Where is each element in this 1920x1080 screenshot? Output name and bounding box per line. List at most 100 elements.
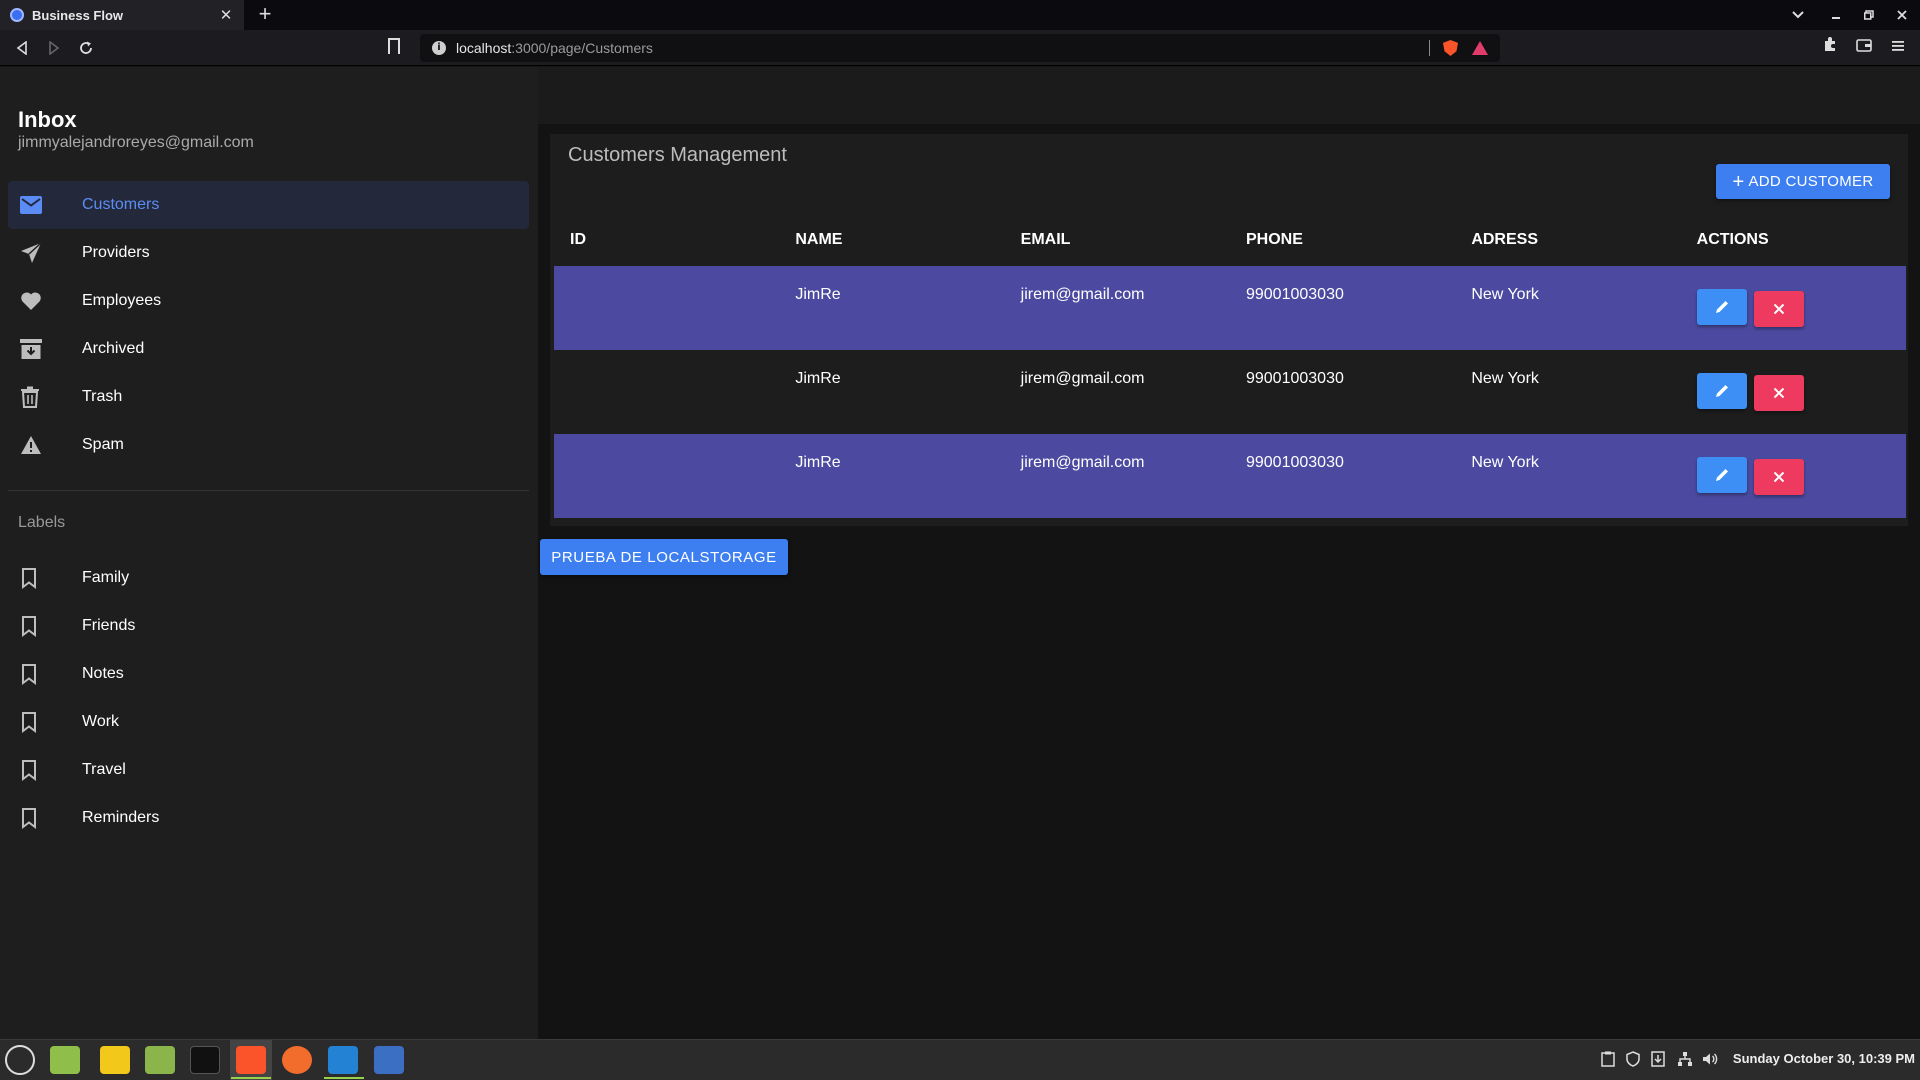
wallet-icon[interactable] bbox=[1852, 36, 1876, 60]
close-window-icon[interactable] bbox=[1888, 0, 1916, 30]
mint-menu-icon[interactable] bbox=[5, 1045, 35, 1075]
show-desktop-icon[interactable] bbox=[50, 1046, 80, 1074]
sidebar-item-label: Trash bbox=[82, 388, 123, 405]
add-customer-button[interactable]: + ADD CUSTOMER bbox=[1716, 164, 1890, 199]
sidebar-item-trash[interactable]: Trash bbox=[8, 373, 529, 421]
page-title: Customers Management bbox=[568, 144, 787, 166]
label-item-text: Travel bbox=[82, 761, 126, 778]
address-bar[interactable]: i localhost:3000/page/Customers bbox=[420, 34, 1500, 62]
cell-name: JimRe bbox=[779, 266, 1005, 350]
system-clock[interactable]: Sunday October 30, 10:39 PM bbox=[1733, 1051, 1915, 1066]
extensions-icon[interactable] bbox=[1818, 36, 1842, 60]
pencil-icon bbox=[1715, 469, 1728, 481]
sidebar-item-customers[interactable]: Customers bbox=[8, 181, 529, 229]
cell-phone: 99001003030 bbox=[1229, 266, 1456, 350]
close-icon bbox=[1773, 471, 1785, 483]
tab-list-chevron-icon[interactable] bbox=[1784, 0, 1812, 30]
brave-shield-icon[interactable] bbox=[1443, 40, 1458, 56]
maximize-icon[interactable] bbox=[1855, 0, 1883, 30]
table-row: JimRe jirem@gmail.com 99001003030 New Yo… bbox=[554, 350, 1906, 434]
vscode-icon[interactable] bbox=[328, 1046, 358, 1074]
label-item-text: Notes bbox=[82, 665, 124, 682]
send-icon bbox=[20, 241, 56, 265]
table-header-row: ID NAME EMAIL PHONE ADRESS ACTIONS bbox=[554, 214, 1906, 266]
sidebar-item-archived[interactable]: Archived bbox=[8, 325, 529, 373]
back-button[interactable] bbox=[10, 36, 34, 60]
bookmark-outline-icon bbox=[20, 710, 56, 734]
archive-icon bbox=[20, 337, 56, 361]
label-item-reminders[interactable]: Reminders bbox=[8, 794, 529, 842]
localstorage-test-button[interactable]: PRUEBA DE LOCALSTORAGE bbox=[540, 539, 788, 575]
column-header-actions: ACTIONS bbox=[1696, 231, 1769, 248]
column-header-phone: PHONE bbox=[1245, 231, 1303, 248]
sidebar-item-label: Spam bbox=[82, 436, 124, 453]
cell-id bbox=[554, 350, 779, 434]
sticky-notes-icon[interactable] bbox=[100, 1046, 130, 1074]
trash-icon bbox=[20, 385, 56, 409]
cell-name: JimRe bbox=[779, 434, 1005, 518]
url-text: localhost:3000/page/Customers bbox=[456, 40, 653, 56]
sidebar-item-employees[interactable]: Employees bbox=[8, 277, 529, 325]
sidebar-item-label: Archived bbox=[82, 340, 145, 357]
edit-button[interactable] bbox=[1696, 373, 1747, 409]
terminal-icon[interactable] bbox=[190, 1046, 220, 1074]
browser-tab[interactable]: Business Flow ✕ bbox=[0, 0, 244, 30]
heart-icon bbox=[20, 289, 56, 313]
network-icon[interactable] bbox=[1677, 1051, 1693, 1067]
cell-actions bbox=[1680, 266, 1906, 350]
cell-phone: 99001003030 bbox=[1245, 370, 1344, 387]
sidebar-divider bbox=[8, 490, 529, 491]
mail-icon bbox=[20, 193, 56, 217]
favicon-icon bbox=[10, 8, 24, 22]
shield-icon[interactable] bbox=[1625, 1051, 1641, 1067]
sidebar-item-spam[interactable]: Spam bbox=[8, 421, 529, 469]
files-icon[interactable] bbox=[145, 1046, 175, 1074]
bookmark-outline-icon bbox=[20, 662, 56, 686]
forward-button[interactable] bbox=[42, 36, 66, 60]
label-item-work[interactable]: Work bbox=[8, 698, 529, 746]
label-item-family[interactable]: Family bbox=[8, 554, 529, 602]
cell-address: New York bbox=[1455, 266, 1681, 350]
sidebar-item-providers[interactable]: Providers bbox=[8, 229, 529, 277]
sidebar-item-label: Employees bbox=[82, 292, 162, 309]
clipboard-icon[interactable] bbox=[1600, 1051, 1616, 1067]
app-header bbox=[538, 67, 1920, 124]
brave-rewards-icon[interactable] bbox=[1472, 41, 1488, 55]
sidebar: Inbox jimmyalejandroreyes@gmail.com Cust… bbox=[0, 67, 538, 1039]
postman-icon[interactable] bbox=[282, 1046, 312, 1074]
running-indicator bbox=[324, 1077, 364, 1079]
bookmark-outline-icon bbox=[20, 566, 56, 590]
label-item-travel[interactable]: Travel bbox=[8, 746, 529, 794]
cell-phone: 99001003030 bbox=[1229, 434, 1456, 518]
browser-toolbar: i localhost:3000/page/Customers bbox=[0, 30, 1920, 66]
cell-address: New York bbox=[1471, 370, 1539, 387]
delete-button[interactable] bbox=[1754, 459, 1805, 495]
brave-browser-icon[interactable] bbox=[236, 1046, 266, 1074]
delete-button[interactable] bbox=[1754, 291, 1805, 327]
screenshot-icon[interactable] bbox=[374, 1046, 404, 1074]
column-header-email: EMAIL bbox=[1020, 231, 1071, 248]
label-item-notes[interactable]: Notes bbox=[8, 650, 529, 698]
bookmark-icon[interactable] bbox=[388, 38, 400, 54]
add-customer-label: ADD CUSTOMER bbox=[1748, 173, 1874, 190]
update-manager-icon[interactable] bbox=[1650, 1051, 1666, 1067]
edit-button[interactable] bbox=[1696, 289, 1747, 325]
label-item-friends[interactable]: Friends bbox=[8, 602, 529, 650]
edit-button[interactable] bbox=[1696, 457, 1747, 493]
url-separator bbox=[1429, 40, 1430, 56]
pencil-icon bbox=[1715, 385, 1728, 397]
customers-card: Customers Management + ADD CUSTOMER ID N… bbox=[550, 134, 1908, 526]
reload-button[interactable] bbox=[74, 36, 98, 60]
sidebar-item-label: Providers bbox=[82, 244, 150, 261]
site-info-icon[interactable]: i bbox=[432, 41, 446, 55]
delete-button[interactable] bbox=[1754, 375, 1805, 411]
label-item-text: Reminders bbox=[82, 809, 160, 826]
menu-icon[interactable] bbox=[1886, 36, 1910, 60]
minimize-icon[interactable] bbox=[1822, 0, 1850, 30]
os-taskbar: Sunday October 30, 10:39 PM bbox=[0, 1039, 1920, 1080]
volume-icon[interactable] bbox=[1702, 1051, 1718, 1067]
warning-icon bbox=[20, 433, 56, 457]
new-tab-button[interactable]: + bbox=[254, 3, 276, 27]
bookmark-outline-icon bbox=[20, 758, 56, 782]
tab-close-icon[interactable]: ✕ bbox=[218, 6, 234, 24]
